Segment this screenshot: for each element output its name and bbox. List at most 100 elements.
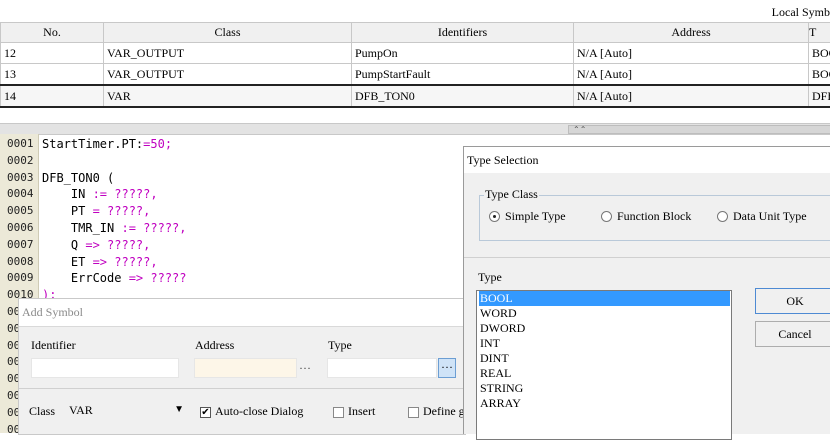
class-label: Class xyxy=(29,404,55,419)
type-input[interactable] xyxy=(327,358,437,378)
cell-type: DFB xyxy=(809,85,830,107)
address-input[interactable] xyxy=(194,358,297,378)
radio-function-block-label[interactable]: Function Block xyxy=(617,209,691,224)
splitter-grip[interactable]: ⌃⌃ xyxy=(568,125,830,134)
auto-close-label: Auto-close Dialog xyxy=(215,404,303,419)
dialog-title-bar[interactable]: Add Symbol xyxy=(19,299,465,327)
code-token: => ?????, xyxy=(93,255,158,269)
column-header-identifiers[interactable]: Identifiers xyxy=(352,23,574,43)
checkmark-icon: ✔ xyxy=(201,407,209,418)
identifier-label: Identifier xyxy=(31,338,76,353)
define-checkbox[interactable] xyxy=(408,407,419,418)
radio-simple-type-label[interactable]: Simple Type xyxy=(505,209,566,224)
code-line: StartTimer.PT:=50; xyxy=(42,137,172,151)
line-number: 0002 xyxy=(7,154,34,167)
line-number: 0008 xyxy=(7,255,34,268)
address-browse-button[interactable]: ··· xyxy=(299,361,311,376)
table-header-row: No. Class Identifiers Address T xyxy=(1,23,830,43)
code-line: ET => ?????, xyxy=(42,255,158,269)
radio-function-block[interactable] xyxy=(601,211,612,222)
cell-type: BOO xyxy=(809,43,830,64)
type-list-item-selected[interactable]: BOOL xyxy=(479,291,730,306)
auto-close-checkbox[interactable]: ✔ xyxy=(200,407,211,418)
type-list-item[interactable]: ARRAY xyxy=(479,396,730,411)
column-header-type[interactable]: T xyxy=(809,23,830,43)
code-token: PT xyxy=(42,204,93,218)
cell-type: BOO xyxy=(809,64,830,86)
cell-class: VAR xyxy=(104,85,352,107)
code-token: => ????? xyxy=(129,271,187,285)
code-token: =50; xyxy=(143,137,172,151)
cell-class: VAR_OUTPUT xyxy=(104,64,352,86)
cell-class: VAR_OUTPUT xyxy=(104,43,352,64)
cell-no: 14 xyxy=(1,85,104,107)
line-number: 0006 xyxy=(7,221,34,234)
add-symbol-dialog: Add Symbol Identifier Address Type ··· ·… xyxy=(18,298,466,435)
code-token: DFB_TON0 ( xyxy=(42,171,114,185)
class-select-value: VAR xyxy=(69,403,93,417)
code-token: ErrCode xyxy=(42,271,129,285)
cell-identifier: PumpStartFault xyxy=(352,64,574,86)
radio-simple-type[interactable] xyxy=(489,211,500,222)
divider xyxy=(19,388,465,389)
code-token: IN xyxy=(42,187,93,201)
code-token: ET xyxy=(42,255,93,269)
code-line: IN := ?????, xyxy=(42,187,158,201)
code-line: ErrCode => ????? xyxy=(42,271,187,285)
code-token: StartTimer.PT: xyxy=(42,137,143,151)
cancel-button[interactable]: Cancel xyxy=(755,321,830,347)
cell-address: N/A [Auto] xyxy=(574,64,809,86)
cell-identifier: PumpOn xyxy=(352,43,574,64)
column-header-class[interactable]: Class xyxy=(104,23,352,43)
type-label: Type xyxy=(328,338,352,353)
radio-data-unit-type[interactable] xyxy=(717,211,728,222)
divider xyxy=(464,257,830,258)
type-list[interactable]: BOOL WORD DWORD INT DINT REAL STRING ARR… xyxy=(476,290,732,440)
line-number: 0001 xyxy=(7,137,34,150)
code-token: Q xyxy=(42,238,85,252)
panel-splitter[interactable]: ⌃⌃ xyxy=(0,123,830,135)
code-token: TMR_IN xyxy=(42,221,121,235)
chevron-up-icon: ⌃⌃ xyxy=(573,126,586,133)
type-list-label: Type xyxy=(478,270,502,285)
address-label: Address xyxy=(195,338,234,353)
type-selection-dialog: Type Selection Type Class Simple Type Fu… xyxy=(463,146,830,434)
dialog-title-bar[interactable]: Type Selection xyxy=(464,147,830,173)
line-number: 0003 xyxy=(7,171,34,184)
code-token: = ?????, xyxy=(93,204,151,218)
type-list-item[interactable]: WORD xyxy=(479,306,730,321)
radio-data-unit-type-label[interactable]: Data Unit Type xyxy=(733,209,807,224)
ok-button[interactable]: OK xyxy=(755,288,830,314)
cell-address: N/A [Auto] xyxy=(574,43,809,64)
identifier-input[interactable] xyxy=(31,358,179,378)
type-list-item[interactable]: REAL xyxy=(479,366,730,381)
class-select[interactable]: VAR ▼ xyxy=(65,400,189,420)
cell-address: N/A [Auto] xyxy=(574,85,809,107)
column-header-address[interactable]: Address xyxy=(574,23,809,43)
table-row[interactable]: 12 VAR_OUTPUT PumpOn N/A [Auto] BOO xyxy=(1,43,830,64)
code-token: := ?????, xyxy=(93,187,158,201)
define-label: Define g xyxy=(423,404,465,419)
type-list-item[interactable]: DINT xyxy=(479,351,730,366)
code-line: TMR_IN := ?????, xyxy=(42,221,187,235)
symbols-panel-title: Local Symb xyxy=(772,5,830,20)
cell-identifier: DFB_TON0 xyxy=(352,85,574,107)
type-list-item[interactable]: INT xyxy=(479,336,730,351)
dialog-title: Type Selection xyxy=(467,153,538,168)
code-token: := ?????, xyxy=(121,221,186,235)
symbols-panel-header: Local Symb xyxy=(0,0,830,23)
dialog-title: Add Symbol xyxy=(22,305,83,320)
type-browse-button[interactable]: ··· xyxy=(438,358,456,378)
line-number: 0004 xyxy=(7,187,34,200)
type-list-item[interactable]: DWORD xyxy=(479,321,730,336)
type-class-legend: Type Class xyxy=(484,187,539,202)
line-number: 0009 xyxy=(7,271,34,284)
table-row[interactable]: 13 VAR_OUTPUT PumpStartFault N/A [Auto] … xyxy=(1,64,830,86)
type-list-item[interactable]: STRING xyxy=(479,381,730,396)
code-line: Q => ?????, xyxy=(42,238,150,252)
insert-label: Insert xyxy=(348,404,375,419)
column-header-no[interactable]: No. xyxy=(1,23,104,43)
table-row-selected[interactable]: 14 VAR DFB_TON0 N/A [Auto] DFB xyxy=(1,85,830,107)
insert-checkbox[interactable] xyxy=(333,407,344,418)
line-number: 0005 xyxy=(7,204,34,217)
